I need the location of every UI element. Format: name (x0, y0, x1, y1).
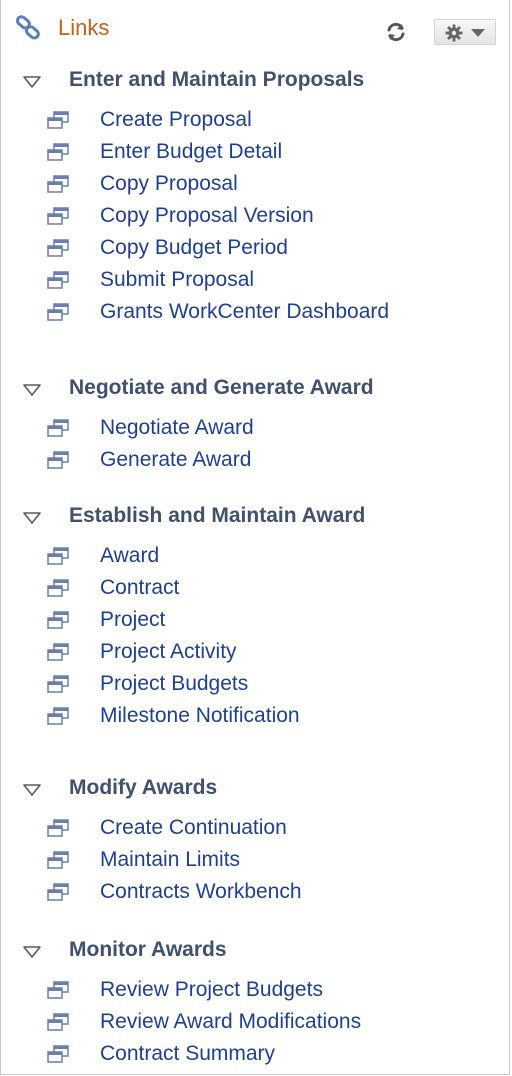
link-label[interactable]: Maintain Limits (100, 845, 240, 875)
new-window-icon (46, 883, 70, 901)
collapse-triangle-icon[interactable] (23, 783, 41, 796)
new-window-icon (46, 819, 70, 837)
link-item[interactable]: Project Budgets (1, 669, 509, 699)
link-label[interactable]: Milestone Notification (100, 701, 300, 731)
new-window-icon (46, 207, 70, 225)
settings-menu-button[interactable] (434, 19, 496, 45)
link-group-title: Negotiate and Generate Award (69, 376, 374, 399)
link-group-title: Enter and Maintain Proposals (69, 68, 365, 91)
new-window-icon (46, 675, 70, 693)
new-window-icon (46, 579, 70, 597)
link-group-header[interactable]: Negotiate and Generate Award (1, 373, 509, 403)
new-window-icon (46, 611, 70, 629)
link-group-title: Modify Awards (69, 776, 218, 799)
new-window-icon (46, 707, 70, 725)
collapse-triangle-icon[interactable] (23, 511, 41, 524)
link-item[interactable]: Create Proposal (1, 105, 509, 135)
link-label[interactable]: Project (100, 605, 165, 635)
collapse-triangle-icon[interactable] (23, 383, 41, 396)
link-label[interactable]: Generate Award (100, 445, 251, 475)
link-label[interactable]: Award (100, 541, 159, 571)
link-group-header[interactable]: Modify Awards (1, 773, 509, 803)
link-item[interactable]: Review Award Modifications (1, 1007, 509, 1037)
link-label[interactable]: Project Budgets (100, 669, 248, 699)
link-item[interactable]: Project (1, 605, 509, 635)
new-window-icon (46, 303, 70, 321)
link-item[interactable]: Create Continuation (1, 813, 509, 843)
link-group-header[interactable]: Establish and Maintain Award (1, 501, 509, 531)
link-item[interactable]: Generate Award (1, 445, 509, 475)
refresh-icon[interactable] (384, 20, 408, 44)
link-item[interactable]: Contracts Workbench (1, 877, 509, 907)
collapse-triangle-icon[interactable] (23, 945, 41, 958)
link-group-header[interactable]: Enter and Maintain Proposals (1, 65, 509, 95)
new-window-icon (46, 451, 70, 469)
new-window-icon (46, 851, 70, 869)
new-window-icon (46, 419, 70, 437)
link-item[interactable]: Review Project Budgets (1, 975, 509, 1005)
collapse-triangle-icon[interactable] (23, 75, 41, 88)
links-pagelet: Links Enter and Maintain Proposals Creat… (0, 0, 510, 1075)
link-label[interactable]: Copy Budget Period (100, 233, 288, 263)
new-window-icon (46, 643, 70, 661)
new-window-icon (46, 547, 70, 565)
link-item[interactable]: Submit Proposal (1, 265, 509, 295)
link-group-header[interactable]: Monitor Awards (1, 935, 509, 965)
link-item[interactable]: Contract (1, 573, 509, 603)
gear-icon (445, 24, 463, 42)
link-label[interactable]: Create Continuation (100, 813, 287, 843)
link-item[interactable]: Award (1, 541, 509, 571)
link-label[interactable]: Copy Proposal (100, 169, 238, 199)
pagelet-header: Links (1, 0, 509, 52)
link-item[interactable]: Copy Proposal Version (1, 201, 509, 231)
link-label[interactable]: Enter Budget Detail (100, 137, 282, 167)
link-item[interactable]: Maintain Limits (1, 845, 509, 875)
new-window-icon (46, 111, 70, 129)
link-group-title: Establish and Maintain Award (69, 504, 366, 527)
link-item[interactable]: Grants WorkCenter Dashboard (1, 297, 509, 327)
link-item[interactable]: Negotiate Award (1, 413, 509, 443)
new-window-icon (46, 981, 70, 999)
link-label[interactable]: Review Project Budgets (100, 975, 323, 1005)
link-item[interactable]: Project Activity (1, 637, 509, 667)
links-icon (14, 15, 44, 43)
link-label[interactable]: Submit Proposal (100, 265, 254, 295)
new-window-icon (46, 239, 70, 257)
pagelet-title: Links (58, 15, 110, 40)
link-label[interactable]: Project Activity (100, 637, 237, 667)
link-item[interactable]: Milestone Notification (1, 701, 509, 731)
link-label[interactable]: Contract Summary (100, 1039, 275, 1069)
link-label[interactable]: Create Proposal (100, 105, 252, 135)
link-group-title: Monitor Awards (69, 938, 227, 961)
new-window-icon (46, 143, 70, 161)
link-label[interactable]: Contracts Workbench (100, 877, 302, 907)
new-window-icon (46, 1045, 70, 1063)
new-window-icon (46, 1013, 70, 1031)
link-label[interactable]: Contract (100, 573, 179, 603)
chevron-down-icon (471, 29, 485, 37)
link-label[interactable]: Grants WorkCenter Dashboard (100, 297, 389, 327)
new-window-icon (46, 271, 70, 289)
link-label[interactable]: Copy Proposal Version (100, 201, 314, 231)
link-item[interactable]: Contract Summary (1, 1039, 509, 1069)
new-window-icon (46, 175, 70, 193)
link-label[interactable]: Review Award Modifications (100, 1007, 361, 1037)
link-item[interactable]: Enter Budget Detail (1, 137, 509, 167)
link-item[interactable]: Copy Budget Period (1, 233, 509, 263)
link-item[interactable]: Copy Proposal (1, 169, 509, 199)
link-label[interactable]: Negotiate Award (100, 413, 254, 443)
